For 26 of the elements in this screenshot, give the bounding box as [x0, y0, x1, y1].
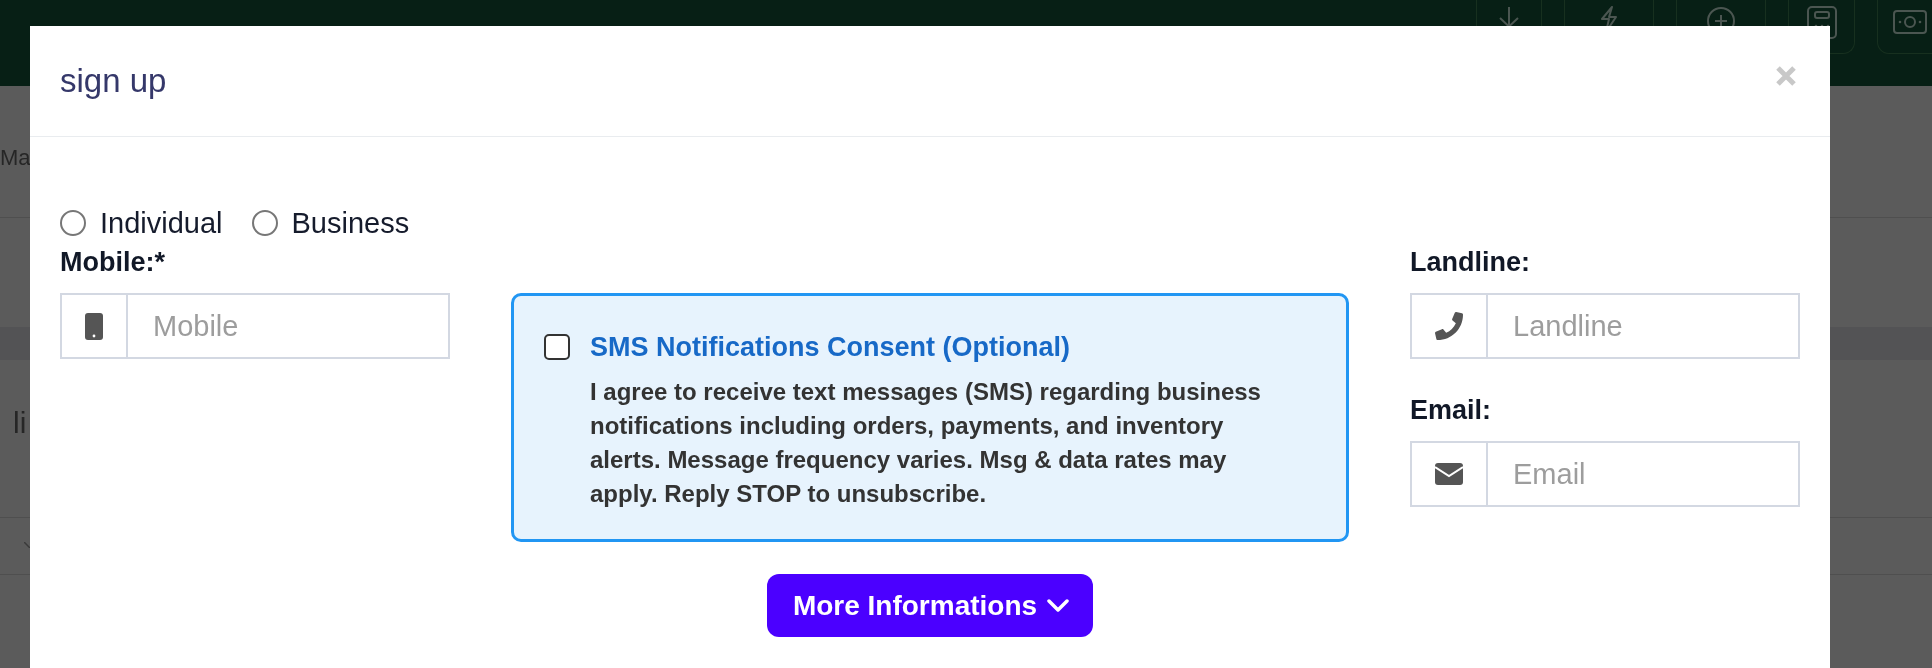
toolbar-button[interactable]: [1877, 0, 1932, 54]
radio-label[interactable]: Business: [291, 208, 410, 238]
chevron-down-icon: [1047, 598, 1070, 613]
phone-icon: [1435, 312, 1463, 340]
landline-input[interactable]: Landline: [1488, 293, 1800, 359]
consent-text: I agree to receive text messages (SMS) regarding business notifications including orders, payments, and inventory alerts. Message frequency varies. Msg & data rates may apply. Reply STOP to unsubscribe.: [590, 377, 1262, 509]
radio-label[interactable]: Individual: [100, 208, 223, 238]
chevron-icon: [24, 542, 30, 548]
email-input[interactable]: Email: [1488, 441, 1800, 507]
mobile-input[interactable]: Mobile: [128, 293, 450, 359]
mobile-phone-icon: [85, 312, 103, 340]
download-icon: [1499, 7, 1519, 26]
envelope-icon: [1435, 463, 1463, 485]
close-icon: [1775, 64, 1797, 87]
radio-button[interactable]: [60, 210, 86, 236]
close-button[interactable]: [1775, 64, 1797, 87]
banknote-icon: [1893, 10, 1927, 34]
field-label: Email:: [1410, 395, 1492, 425]
more-informations-button[interactable]: More Informations: [766, 574, 1094, 637]
radio-button[interactable]: [251, 210, 278, 236]
checkbox[interactable]: [544, 334, 570, 360]
consent-title: SMS Notifications Consent (Optional): [590, 331, 1070, 363]
lightning-icon: [1599, 6, 1619, 26]
dialog-title: sign up: [60, 61, 167, 101]
field-label: Mobile:*: [60, 247, 165, 277]
field-label: Landline:: [1410, 247, 1530, 277]
